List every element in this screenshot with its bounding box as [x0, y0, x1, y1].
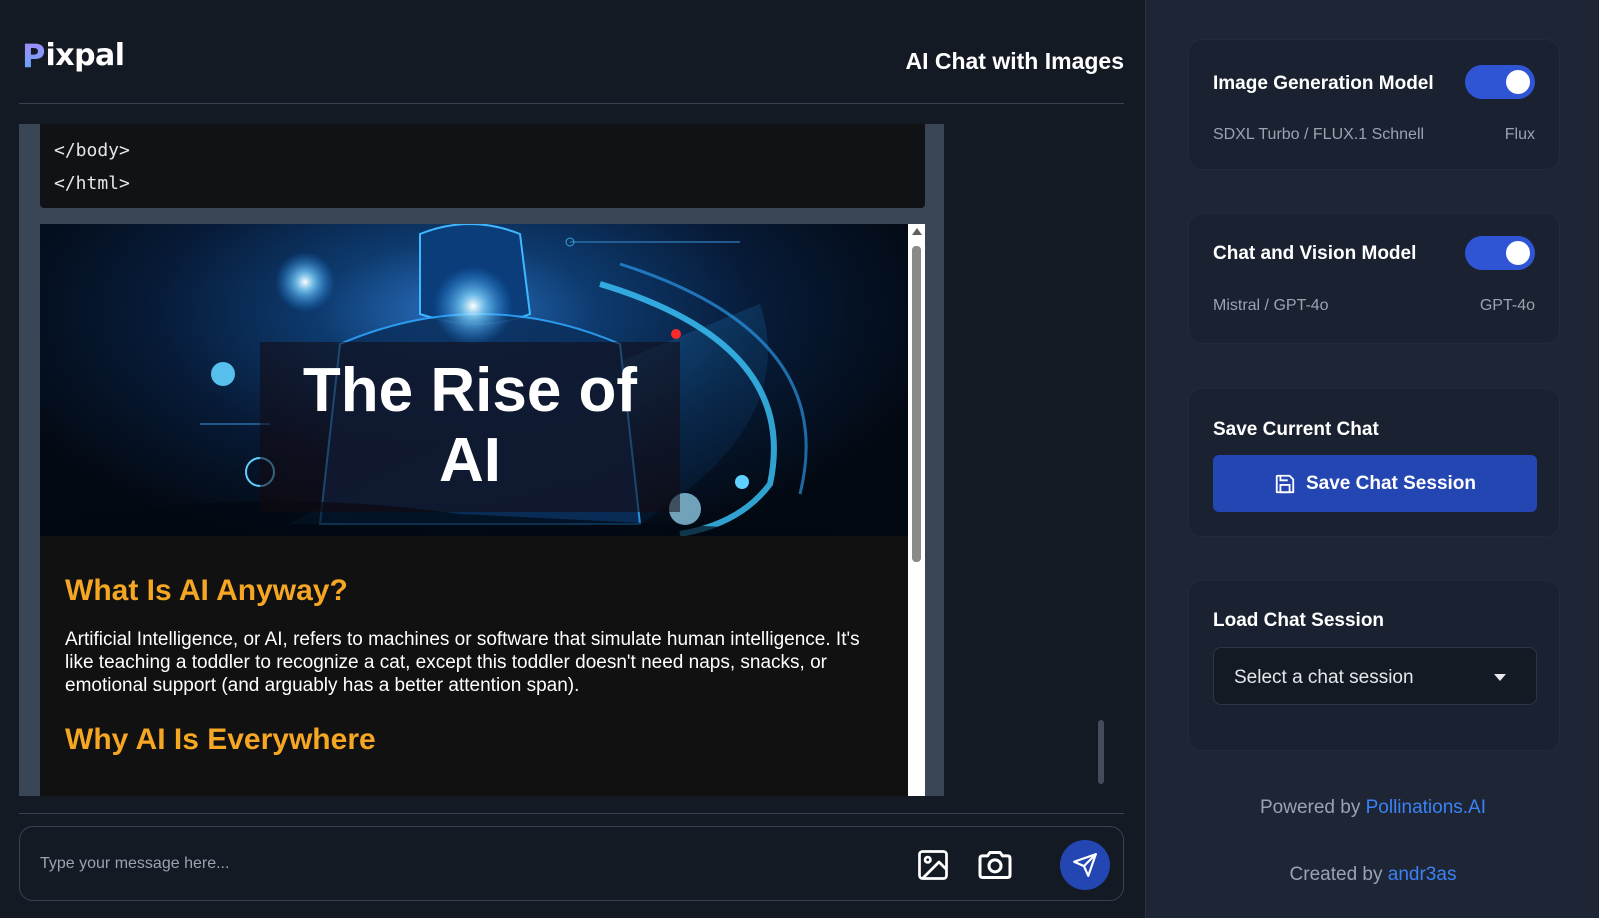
code-line: </html> — [54, 173, 130, 194]
page-title: AI Chat with Images — [905, 48, 1124, 74]
hero-title-line: AI — [439, 426, 501, 495]
powered-by: Powered by Pollinations.AI — [1146, 797, 1599, 819]
save-icon — [1275, 474, 1295, 493]
scrollbar-thumb[interactable] — [912, 246, 921, 562]
camera-button[interactable] — [975, 845, 1015, 885]
chat-model-selected: GPT-4o — [1479, 297, 1535, 314]
created-by: Created by andr3as — [1146, 864, 1599, 886]
hero-title-line: The Rise of — [302, 356, 638, 425]
logo-text: ixpal — [45, 38, 125, 73]
image-model-card: Image Generation Model SDXL Turbo / FLUX… — [1188, 39, 1560, 170]
code-line: </body> — [54, 140, 130, 161]
camera-icon — [978, 851, 1012, 879]
save-chat-title: Save Current Chat — [1213, 419, 1379, 440]
image-upload-icon — [918, 850, 948, 880]
html-preview-frame[interactable]: The Rise of AI What Is AI Anyway? Artifi… — [40, 224, 925, 796]
chat-session-select-value: Select a chat session — [1234, 667, 1414, 688]
section-heading: Why AI Is Everywhere — [65, 723, 376, 756]
main-pane: Pixpal AI Chat with Images </body> </htm… — [0, 0, 1145, 918]
message-input[interactable] — [40, 847, 860, 881]
logo: Pixpal — [22, 40, 125, 72]
pollinations-link[interactable]: Pollinations.AI — [1366, 797, 1486, 818]
load-chat-title: Load Chat Session — [1213, 610, 1385, 631]
chat-model-title: Chat and Vision Model — [1213, 243, 1417, 264]
image-model-options: SDXL Turbo / FLUX.1 Schnell — [1213, 126, 1425, 143]
image-model-selected: Flux — [1504, 126, 1535, 143]
image-upload-button[interactable] — [913, 845, 953, 885]
created-by-prefix: Created by — [1289, 864, 1388, 885]
logo-initial: P — [22, 37, 46, 75]
chat-scrollbar-thumb[interactable] — [1098, 720, 1104, 784]
author-link[interactable]: andr3as — [1388, 864, 1457, 885]
chevron-down-icon — [1494, 674, 1506, 681]
message-composer — [19, 826, 1124, 901]
section-paragraph: Artificial Intelligence, or AI, refers t… — [65, 629, 860, 696]
header: Pixpal AI Chat with Images — [19, 0, 1124, 104]
image-model-toggle[interactable] — [1465, 65, 1535, 99]
hero-title: The Rise of AI — [220, 356, 720, 496]
hero-image: The Rise of AI — [40, 224, 908, 536]
scroll-up-arrow-icon[interactable] — [912, 228, 922, 235]
chat-message-area[interactable]: </body> </html> The Rise of AI What Is A… — [19, 124, 944, 796]
preview-scrollbar[interactable] — [908, 224, 925, 796]
send-button[interactable] — [1060, 840, 1110, 890]
save-chat-card: Save Current Chat Save Chat Session — [1188, 388, 1560, 537]
sidebar: Image Generation Model SDXL Turbo / FLUX… — [1145, 0, 1599, 918]
image-model-title: Image Generation Model — [1213, 73, 1434, 94]
toggle-knob — [1506, 241, 1530, 265]
send-icon — [1073, 853, 1097, 877]
chat-model-card: Chat and Vision Model Mistral / GPT-4o G… — [1188, 213, 1560, 344]
document-body: What Is AI Anyway? Artificial Intelligen… — [65, 574, 885, 777]
powered-by-prefix: Powered by — [1259, 797, 1366, 818]
load-chat-card: Load Chat Session Select a chat session — [1188, 580, 1560, 751]
code-block: </body> </html> — [40, 124, 925, 208]
chat-session-select[interactable]: Select a chat session — [1213, 647, 1537, 705]
section-heading: What Is AI Anyway? — [65, 574, 348, 607]
save-chat-session-label: Save Chat Session — [1305, 472, 1477, 494]
divider — [19, 813, 1124, 814]
save-chat-session-button[interactable]: Save Chat Session — [1213, 455, 1537, 512]
chat-model-toggle[interactable] — [1465, 236, 1535, 270]
chat-model-options: Mistral / GPT-4o — [1213, 297, 1329, 314]
toggle-knob — [1506, 70, 1530, 94]
